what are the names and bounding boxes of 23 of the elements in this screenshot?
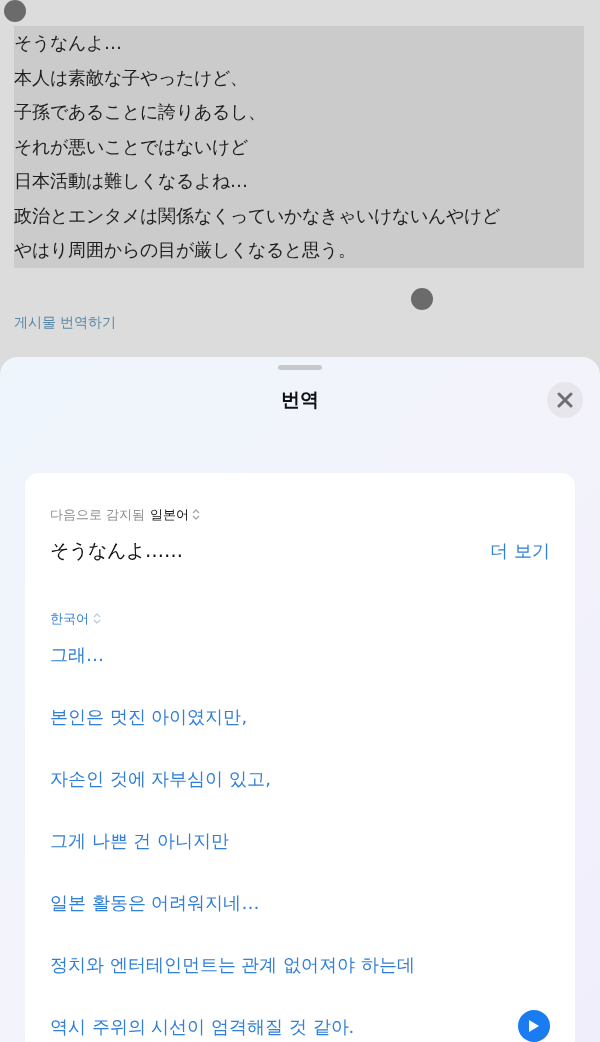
- chevron-updown-icon: [93, 612, 101, 624]
- play-icon: [528, 1019, 540, 1033]
- play-button[interactable]: [518, 1010, 550, 1042]
- post-text: そうなんよ… 本人は素敵な子やったけど、 子孫であることに誇りあるし、 それが悪いことではないけど 日本活動は難しくなるよね… 政治とエンタメは関係なくっていかなきゃいけないんやけど やはり周囲からの目が厳しくなると思う。: [14, 26, 584, 268]
- translated-line: 정치와 엔터테인먼트는 관계 없어져야 하는데: [50, 952, 415, 977]
- translated-line: 자손인 것에 자부심이 있고,: [50, 766, 271, 791]
- more-button[interactable]: 더 보기: [490, 536, 550, 564]
- source-language-selector[interactable]: 일본어: [150, 504, 201, 524]
- close-button[interactable]: [547, 381, 583, 418]
- detected-label: 다음으로 감지됨: [50, 505, 146, 524]
- translated-line: 그래…: [50, 642, 104, 667]
- selection-handle-icon[interactable]: [4, 0, 26, 22]
- translated-line: 일본 활동은 어려워지네…: [50, 890, 260, 915]
- sheet-title: 번역: [281, 387, 319, 413]
- translate-post-link[interactable]: 게시물 번역하기: [14, 313, 117, 330]
- target-language-selector[interactable]: 한국어: [50, 608, 101, 628]
- translated-line: 그게 나쁜 건 아니지만: [50, 828, 230, 853]
- selection-handle-icon[interactable]: [411, 288, 433, 310]
- close-icon: [557, 391, 573, 408]
- chevron-updown-icon: [192, 508, 201, 520]
- translated-line: 본인은 멋진 아이였지만,: [50, 704, 248, 729]
- source-text: そうなんよ……: [50, 538, 183, 563]
- translated-line: 역시 주위의 시선이 엄격해질 것 같아.: [50, 1014, 355, 1039]
